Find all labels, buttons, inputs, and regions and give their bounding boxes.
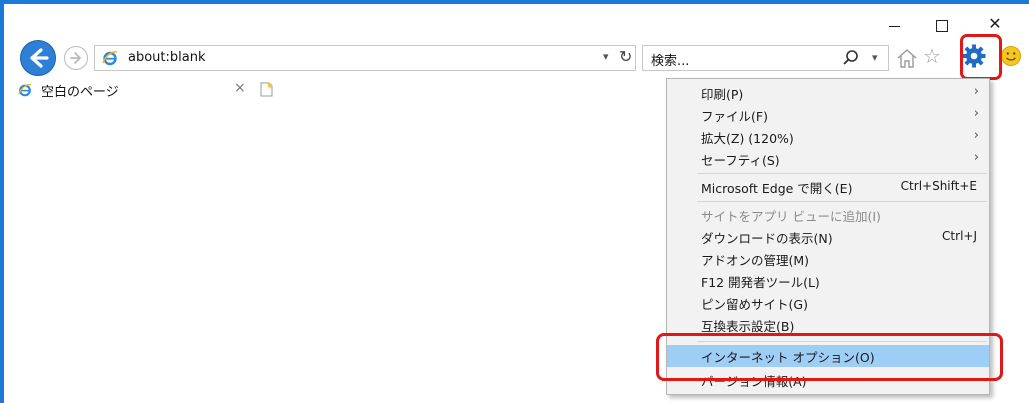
submenu-arrow-icon: › [973,84,979,99]
forward-arrow-icon [70,52,81,64]
menu-item-zoom[interactable]: 拡大(Z) (120%) › [667,126,989,148]
search-dropdown-icon[interactable]: ▾ [872,51,878,64]
menu-item-label: ピン留めサイト(G) [701,297,808,312]
refresh-icon[interactable]: ↻ [619,47,632,66]
menu-item-label: サイトをアプリ ビューに追加(I) [701,209,881,224]
ie-logo-icon [102,51,118,66]
minimize-icon [888,26,900,27]
menu-item-label: 拡大(Z) (120%) [701,131,794,146]
forward-button[interactable] [64,46,88,70]
search-icon[interactable] [841,48,861,68]
new-tab-icon[interactable] [260,82,273,97]
address-text[interactable]: about:blank [128,50,206,65]
menu-item-safety[interactable]: セーフティ(S) › [667,148,989,170]
menu-item-pinned-sites[interactable]: ピン留めサイト(G) [667,292,989,314]
search-input[interactable]: 検索... [651,50,689,69]
menu-item-shortcut: Ctrl+J [942,229,977,243]
tab-close-icon[interactable]: × [234,80,246,96]
menu-item-print[interactable]: 印刷(P) › [667,82,989,104]
gear-highlight-box [960,34,1002,80]
search-box[interactable]: 検索... ▾ [642,45,889,71]
menu-item-open-in-edge[interactable]: Microsoft Edge で開く(E) Ctrl+Shift+E [667,176,989,198]
menu-item-shortcut: Ctrl+Shift+E [900,179,977,193]
menu-item-manage-addons[interactable]: アドオンの管理(M) [667,248,989,270]
maximize-icon [936,20,948,32]
back-button[interactable] [20,40,56,76]
menu-item-label: Microsoft Edge で開く(E) [701,181,853,196]
menu-item-label: セーフティ(S) [701,153,780,168]
window-frame-left [0,0,4,403]
window-frame-top [0,0,1029,4]
menu-item-file[interactable]: ファイル(F) › [667,104,989,126]
menu-separator [697,201,987,202]
menu-item-label: ダウンロードの表示(N) [701,231,833,246]
menu-item-label: 印刷(P) [701,87,744,102]
internet-options-highlight-box [656,333,1003,381]
menu-item-view-downloads[interactable]: ダウンロードの表示(N) Ctrl+J [667,226,989,248]
maximize-button[interactable] [922,14,962,38]
address-bar[interactable]: about:blank ▾ ↻ [94,45,636,71]
address-dropdown-icon[interactable]: ▾ [603,50,609,63]
menu-item-add-site-to-apps: サイトをアプリ ビューに追加(I) [667,204,989,226]
tab-title: 空白のページ [41,85,119,100]
menu-separator [697,173,987,174]
menu-item-f12-devtools[interactable]: F12 開発者ツール(L) [667,270,989,292]
favorites-star-icon[interactable]: ☆ [923,45,945,67]
menu-item-label: F12 開発者ツール(L) [701,275,820,290]
minimize-button[interactable] [874,14,914,38]
ie-tab-icon [18,83,32,97]
submenu-arrow-icon: › [973,150,979,165]
submenu-arrow-icon: › [973,128,979,143]
tab-blank-page[interactable]: 空白のページ × [5,78,257,102]
home-icon[interactable] [895,47,919,69]
back-arrow-icon [30,48,49,68]
submenu-arrow-icon: › [973,106,979,121]
smile-feedback-icon[interactable] [1000,45,1022,67]
menu-item-label: ファイル(F) [701,109,768,124]
menu-item-label: アドオンの管理(M) [701,253,810,268]
